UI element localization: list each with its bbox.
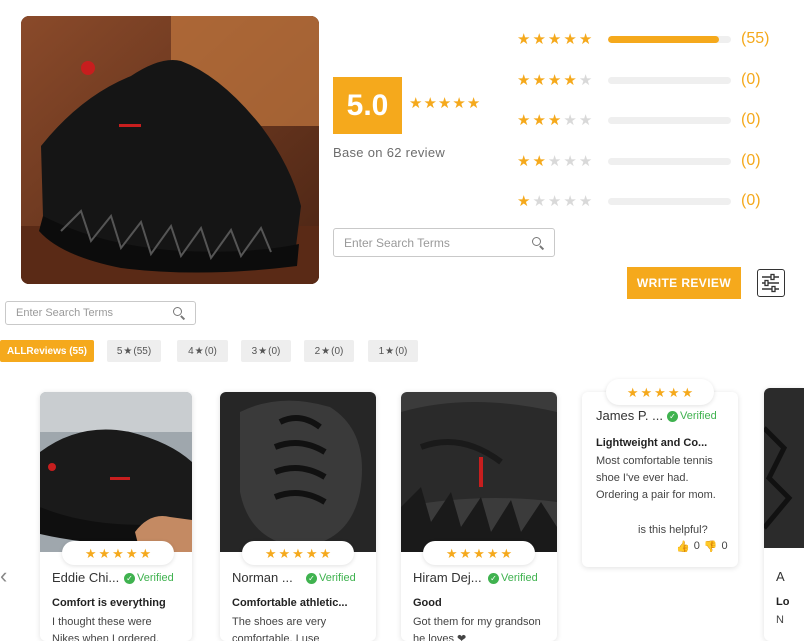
- check-icon: ✓: [124, 572, 135, 584]
- average-score: 5.0: [333, 77, 402, 134]
- review-photo: [40, 392, 192, 552]
- star-icon: ★: [258, 345, 268, 357]
- review-card[interactable]: ★ ★ ★ ★ ★ Eddie Chi... ✓ Verified Comfort is …: [40, 392, 192, 641]
- filter-chip-5-star[interactable]: 5 ★ (55): [107, 340, 161, 362]
- distribution-count: (0): [741, 152, 761, 169]
- verified-badge: ✓ Verified: [306, 572, 356, 584]
- filter-chip-all[interactable]: ALLReviews (55): [0, 340, 94, 362]
- star-icon: ★: [437, 95, 452, 112]
- reviewer-name: Eddie Chi...: [52, 570, 120, 585]
- search-icon[interactable]: [173, 307, 185, 319]
- review-body: N: [776, 614, 784, 626]
- review-title: Lo: [776, 596, 790, 608]
- distribution-row-2[interactable]: ★ ★ ★ ★ ★ (0): [517, 152, 761, 170]
- star-icon: ★: [452, 95, 466, 112]
- check-icon: ✓: [667, 410, 678, 422]
- star-icon: ★: [385, 345, 395, 357]
- distribution-bar: [608, 157, 731, 165]
- row-stars: ★ ★ ★ ★ ★: [517, 152, 593, 170]
- distribution-row-3[interactable]: ★ ★ ★ ★ ★ (0): [517, 111, 761, 129]
- filter-search-input[interactable]: Enter Search Terms: [5, 301, 196, 325]
- filter-settings-button[interactable]: [757, 269, 785, 297]
- review-photo: [220, 392, 376, 552]
- verified-badge: ✓ Verified: [124, 572, 174, 584]
- distribution-bar: [608, 35, 731, 43]
- reviewer-name: Hiram Dej...: [413, 570, 482, 585]
- review-body: I thought these were Nikes when I ordere…: [52, 616, 159, 641]
- row-stars: ★ ★ ★ ★ ★: [517, 30, 593, 48]
- filter-chip-1-star[interactable]: 1 ★ (0): [368, 340, 418, 362]
- star-icon: ★: [409, 95, 423, 112]
- write-review-button[interactable]: WRITE REVIEW: [627, 267, 741, 299]
- average-rating-stars: ★ ★ ★ ★ ★: [409, 96, 480, 111]
- chip-label: ALLReviews (55): [6, 345, 88, 357]
- reviewer-name: A: [776, 569, 785, 584]
- distribution-count: (55): [741, 30, 770, 47]
- distribution-bar: [608, 116, 731, 124]
- row-stars: ★ ★ ★ ★ ★: [517, 111, 593, 129]
- star-icon: ★: [194, 345, 204, 357]
- search-placeholder: Enter Search Terms: [16, 307, 114, 319]
- row-stars: ★ ★ ★ ★ ★: [517, 192, 593, 210]
- review-body: Got them for my grandson he loves ❤: [413, 616, 541, 641]
- distribution-row-5[interactable]: ★ ★ ★ ★ ★ (55): [517, 30, 769, 48]
- filter-chip-4-star[interactable]: 4 ★ (0): [177, 340, 228, 362]
- thumbs-up-icon[interactable]: 👍: [676, 540, 690, 553]
- filter-chip-2-star[interactable]: 2 ★ (0): [304, 340, 354, 362]
- check-icon: ✓: [306, 572, 317, 584]
- review-rating-stars: ★ ★ ★ ★ ★: [242, 541, 354, 565]
- check-icon: ✓: [488, 572, 499, 584]
- review-title: Good: [413, 597, 442, 609]
- distribution-row-4[interactable]: ★ ★ ★ ★ ★ (0): [517, 71, 761, 89]
- verified-badge: ✓ Verified: [488, 572, 538, 584]
- review-search-input[interactable]: Enter Search Terms: [333, 228, 555, 257]
- carousel-prev-icon[interactable]: ‹: [0, 563, 7, 589]
- product-image: [21, 16, 319, 284]
- distribution-bar: [608, 76, 731, 84]
- review-body: Most comfortable tennis shoe I've ever h…: [596, 455, 716, 501]
- distribution-count: (0): [741, 71, 761, 88]
- distribution-count: (0): [741, 111, 761, 128]
- review-rating-stars: ★ ★ ★ ★ ★: [62, 541, 174, 565]
- helpful-votes: 👍 0 👎 0: [676, 540, 728, 553]
- review-card[interactable]: James P. ... ✓ Verified Lightweight and C…: [582, 392, 738, 567]
- distribution-row-1[interactable]: ★ ★ ★ ★ ★ (0): [517, 192, 761, 210]
- review-title: Comfort is everything: [52, 597, 166, 609]
- review-photo: [401, 392, 557, 552]
- review-card[interactable]: ★ ★ ★ ★ ★ Hiram Dej... ✓ Verified Good Got th…: [401, 392, 557, 641]
- reviewer-name: James P. ...: [596, 408, 663, 423]
- review-count-text: Base on 62 review: [333, 145, 446, 160]
- review-rating-stars: ★ ★ ★ ★ ★: [423, 541, 535, 565]
- star-icon: ★: [123, 345, 133, 357]
- review-card[interactable]: A Lo N: [764, 388, 804, 641]
- thumbs-down-icon[interactable]: 👎: [704, 540, 718, 553]
- sliders-icon: [762, 273, 779, 293]
- review-title: Comfortable athletic...: [232, 597, 348, 609]
- review-rating-stars: ★ ★ ★ ★ ★: [606, 379, 714, 405]
- filter-chip-3-star[interactable]: 3 ★ (0): [241, 340, 291, 362]
- review-photo: [764, 388, 804, 548]
- verified-badge: ✓ Verified: [667, 410, 717, 422]
- distribution-bar: [608, 197, 731, 205]
- star-icon: ★: [423, 95, 437, 112]
- review-title: Lightweight and Co...: [596, 437, 708, 449]
- review-card[interactable]: ★ ★ ★ ★ ★ Norman ... ✓ Verified Comfortable a…: [220, 392, 376, 641]
- review-body: The shoes are very comfortable. I use: [232, 616, 327, 641]
- search-placeholder: Enter Search Terms: [344, 235, 450, 250]
- star-icon: ★: [466, 95, 481, 112]
- row-stars: ★ ★ ★ ★ ★: [517, 71, 593, 89]
- distribution-count: (0): [741, 192, 761, 209]
- reviewer-name: Norman ...: [232, 570, 293, 585]
- helpful-prompt: is this helpful?: [638, 524, 708, 536]
- star-icon: ★: [321, 345, 331, 357]
- search-icon[interactable]: [532, 236, 544, 249]
